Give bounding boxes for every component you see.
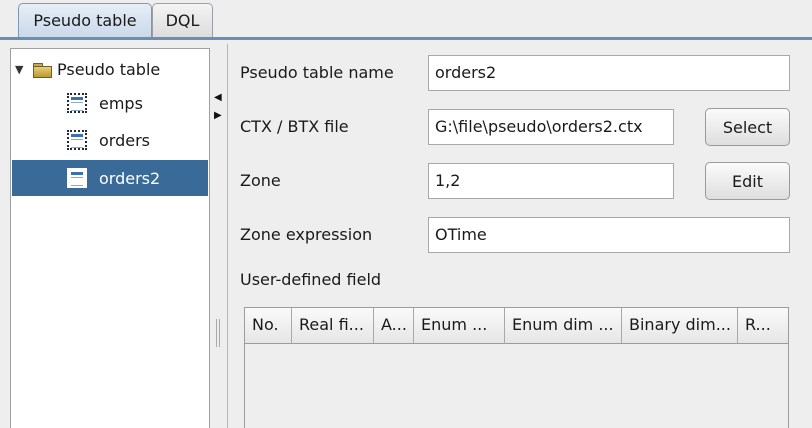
ctx-btx-file-label: CTX / BTX file	[240, 117, 349, 136]
folder-icon	[33, 62, 52, 78]
zone-input[interactable]: 1,2	[428, 163, 674, 199]
tree-item-label: emps	[99, 93, 143, 113]
user-defined-field-table[interactable]: No. Real fi... A... Enum ... Enum dim ..…	[244, 307, 789, 428]
column-header-no[interactable]: No.	[245, 308, 292, 344]
pseudo-table-name-input[interactable]: orders2	[428, 55, 790, 91]
tree-item-orders2[interactable]: orders2	[12, 160, 208, 196]
tree-item-label: orders2	[99, 168, 161, 188]
collapse-left-arrow-icon[interactable]: ◀	[214, 92, 222, 103]
column-header-binary-dim[interactable]: Binary dim...	[622, 308, 738, 344]
zone-expression-label: Zone expression	[240, 225, 373, 244]
table-icon	[67, 130, 87, 150]
tree-item-emps[interactable]: emps	[12, 85, 208, 121]
column-header-real-field[interactable]: Real fi...	[292, 308, 374, 344]
column-header-enum[interactable]: Enum ...	[414, 308, 505, 344]
split-pane-divider[interactable]: ◀ ▶	[211, 44, 227, 428]
pseudo-table-tree[interactable]: ▼ Pseudo table emps orders orders2	[10, 48, 210, 428]
zone-expression-input[interactable]: OTime	[428, 217, 790, 253]
splitter-grip[interactable]	[216, 319, 220, 347]
tab-underline	[0, 37, 812, 40]
tab-pseudo-table[interactable]: Pseudo table	[18, 3, 152, 38]
column-header-enum-dim[interactable]: Enum dim ...	[505, 308, 622, 344]
edit-zone-button[interactable]: Edit	[705, 162, 790, 200]
collapse-right-arrow-icon[interactable]: ▶	[214, 110, 222, 121]
table-header: No. Real fi... A... Enum ... Enum dim ..…	[245, 308, 788, 344]
pseudo-table-name-label: Pseudo table name	[240, 63, 394, 82]
select-file-button[interactable]: Select	[705, 108, 790, 146]
tree-root-label: Pseudo table	[57, 59, 161, 79]
tree-item-label: orders	[99, 130, 150, 150]
table-icon	[67, 168, 87, 188]
tab-strip: Pseudo table DQL	[0, 0, 812, 40]
tab-dql[interactable]: DQL	[152, 3, 213, 38]
column-header-r[interactable]: R...	[738, 308, 788, 344]
ctx-btx-file-input[interactable]: G:\file\pseudo\orders2.ctx	[428, 109, 674, 145]
user-defined-field-label: User-defined field	[240, 270, 382, 289]
tree-item-orders[interactable]: orders	[12, 122, 208, 158]
zone-label: Zone	[240, 171, 281, 190]
expand-arrow-icon[interactable]: ▼	[15, 63, 27, 76]
column-header-a[interactable]: A...	[374, 308, 414, 344]
table-icon	[67, 93, 87, 113]
tree-root-node[interactable]: ▼ Pseudo table	[15, 57, 160, 81]
table-body[interactable]	[245, 344, 788, 428]
